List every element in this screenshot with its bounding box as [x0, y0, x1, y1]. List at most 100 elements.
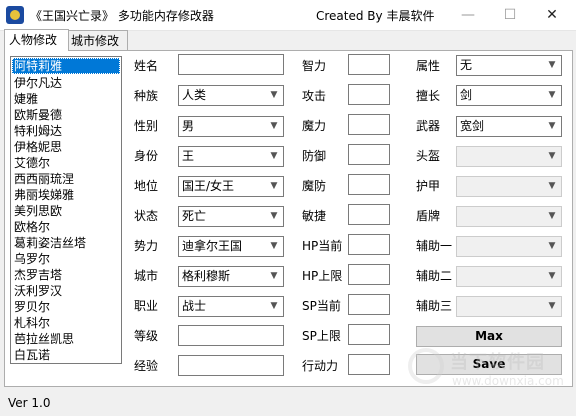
action-points-label: 行动力 [302, 359, 339, 373]
identity-value: 王 [182, 149, 195, 163]
hp-current-field[interactable] [348, 234, 390, 255]
atk-field[interactable] [348, 84, 390, 105]
list-item[interactable]: 札科尔 [11, 315, 121, 331]
mag-label: 魔力 [302, 119, 327, 133]
position-label: 地位 [134, 179, 159, 193]
maximize-icon[interactable]: ☐ [490, 4, 530, 26]
job-select[interactable]: 战士 ▼ [178, 296, 284, 317]
list-item[interactable]: 乌罗尔 [11, 251, 121, 267]
tab-character-edit[interactable]: 人物修改 [4, 29, 69, 51]
position-value: 国王/女王 [182, 179, 235, 193]
sp-max-label: SP上限 [302, 329, 341, 343]
list-item[interactable]: 罗贝尔 [11, 299, 121, 315]
weapon-select[interactable]: 宽剑 ▼ [456, 116, 562, 137]
aux2-label: 辅助二 [416, 269, 453, 283]
hp-max-label: HP上限 [302, 269, 343, 283]
action-points-field[interactable] [348, 354, 390, 375]
max-button[interactable]: Max [416, 326, 562, 347]
armor-select[interactable]: ▼ [456, 176, 562, 197]
watermark-logo-icon [408, 348, 444, 384]
chevron-down-icon: ▼ [548, 60, 556, 70]
aux2-select[interactable]: ▼ [456, 266, 562, 287]
chevron-down-icon: ▼ [548, 241, 556, 251]
list-item[interactable]: 欧斯曼德 [11, 107, 121, 123]
position-select[interactable]: 国王/女王 ▼ [178, 176, 284, 197]
list-item[interactable]: 伊尔凡达 [11, 75, 121, 91]
identity-select[interactable]: 王 ▼ [178, 146, 284, 167]
armor-label: 护甲 [416, 179, 441, 193]
list-item[interactable]: 白瓦诺 [11, 347, 121, 363]
state-label: 状态 [134, 209, 159, 223]
list-item[interactable]: 伊格妮思 [11, 139, 121, 155]
level-field[interactable] [178, 325, 284, 346]
app-emblem-icon [6, 6, 24, 24]
level-label: 等级 [134, 329, 159, 343]
race-label: 种族 [134, 89, 159, 103]
agi-field[interactable] [348, 204, 390, 225]
weapon-value: 宽剑 [460, 119, 485, 133]
mdef-field[interactable] [348, 174, 390, 195]
name-label: 姓名 [134, 59, 159, 73]
city-value: 格利穆斯 [182, 269, 231, 283]
character-listbox[interactable]: 阿特莉雅 伊尔凡达 婕雅 欧斯曼德 特利姆达 伊格妮思 艾德尔 西西丽琉涅 弗丽… [10, 56, 122, 364]
list-item[interactable]: 沃利罗汉 [11, 283, 121, 299]
race-select[interactable]: 人类 ▼ [178, 85, 284, 106]
aux3-select[interactable]: ▼ [456, 296, 562, 317]
city-label: 城市 [134, 269, 159, 283]
mag-field[interactable] [348, 114, 390, 135]
faction-select[interactable]: 迪拿尔王国 ▼ [178, 236, 284, 257]
specialty-value: 剑 [460, 88, 473, 102]
list-item[interactable]: 弗丽埃娣雅 [11, 187, 121, 203]
state-select[interactable]: 死亡 ▼ [178, 206, 284, 227]
chevron-down-icon: ▼ [270, 181, 278, 191]
exp-field[interactable] [178, 355, 284, 376]
chevron-down-icon: ▼ [270, 211, 278, 221]
list-item[interactable]: 芭拉丝凯思 [11, 331, 121, 347]
attribute-value: 无 [460, 58, 473, 72]
specialty-select[interactable]: 剑 ▼ [456, 85, 562, 106]
hp-max-field[interactable] [348, 264, 390, 285]
created-by-label: Created By 丰晨软件 [316, 9, 435, 23]
watermark: 当下软件园 www.downxia.com [408, 346, 568, 406]
gender-select[interactable]: 男 ▼ [178, 116, 284, 137]
job-label: 职业 [134, 299, 159, 313]
list-item[interactable]: 阿特莉雅 [12, 58, 120, 74]
chevron-down-icon: ▼ [548, 301, 556, 311]
identity-label: 身份 [134, 149, 159, 163]
list-item[interactable]: 葛莉姿洁丝塔 [11, 235, 121, 251]
list-item[interactable]: 美列思欧 [11, 203, 121, 219]
list-item[interactable]: 特利姆达 [11, 123, 121, 139]
watermark-text: 当下软件园 [450, 352, 545, 373]
mdef-label: 魔防 [302, 179, 327, 193]
chevron-down-icon: ▼ [270, 271, 278, 281]
name-field[interactable] [178, 54, 284, 75]
faction-label: 势力 [134, 239, 159, 253]
chevron-down-icon: ▼ [270, 90, 278, 100]
def-field[interactable] [348, 144, 390, 165]
tab-city-edit[interactable]: 城市修改 [66, 30, 128, 51]
shield-select[interactable]: ▼ [456, 206, 562, 227]
close-icon[interactable]: ✕ [532, 4, 572, 26]
minimize-icon[interactable]: — [448, 4, 488, 26]
chevron-down-icon: ▼ [270, 151, 278, 161]
def-label: 防御 [302, 149, 327, 163]
helmet-select[interactable]: ▼ [456, 146, 562, 167]
aux1-select[interactable]: ▼ [456, 236, 562, 257]
job-value: 战士 [182, 299, 207, 313]
int-field[interactable] [348, 54, 390, 75]
list-item[interactable]: 杰罗吉塔 [11, 267, 121, 283]
weapon-label: 武器 [416, 119, 441, 133]
list-item[interactable]: 婕雅 [11, 91, 121, 107]
city-select[interactable]: 格利穆斯 ▼ [178, 266, 284, 287]
sp-current-label: SP当前 [302, 299, 341, 313]
shield-label: 盾牌 [416, 209, 441, 223]
chevron-down-icon: ▼ [270, 241, 278, 251]
sp-current-field[interactable] [348, 294, 390, 315]
list-item[interactable]: 欧格尔 [11, 219, 121, 235]
chevron-down-icon: ▼ [548, 121, 556, 131]
sp-max-field[interactable] [348, 324, 390, 345]
list-item[interactable]: 艾德尔 [11, 155, 121, 171]
attribute-select[interactable]: 无 ▼ [456, 55, 562, 76]
agi-label: 敏捷 [302, 209, 327, 223]
list-item[interactable]: 西西丽琉涅 [11, 171, 121, 187]
